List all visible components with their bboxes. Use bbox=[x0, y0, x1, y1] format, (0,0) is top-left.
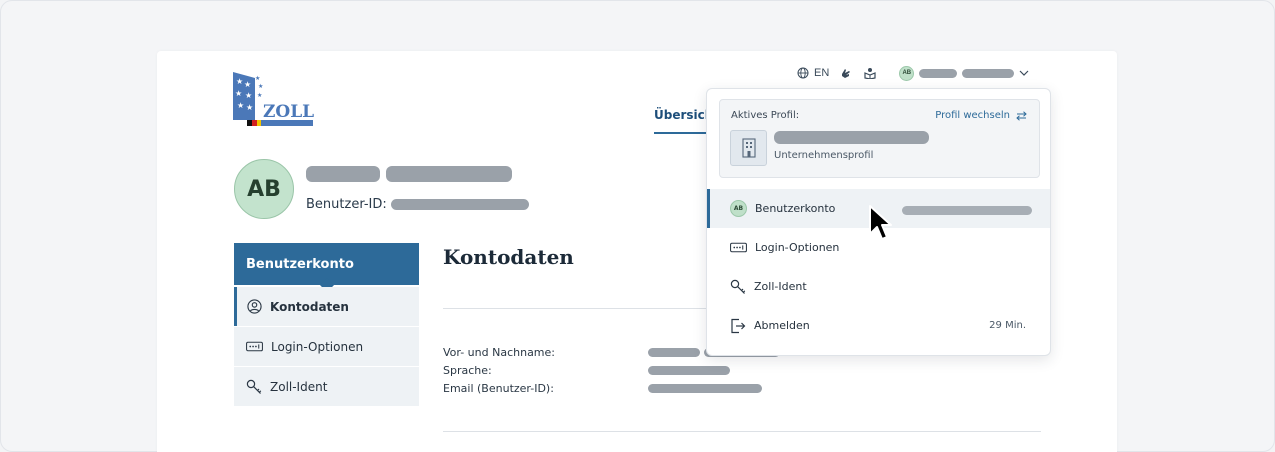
sidebar-item-label: Zoll-Ident bbox=[270, 379, 328, 394]
swap-arrows-icon bbox=[1016, 110, 1027, 121]
field-values bbox=[648, 348, 780, 402]
easy-language-icon[interactable] bbox=[863, 66, 877, 80]
svg-text:★: ★ bbox=[246, 103, 253, 112]
field-labels: Vor- und Nachname: Sprache: Email (Benut… bbox=[443, 344, 555, 398]
email-value-placeholder bbox=[648, 384, 762, 393]
switch-profile-label: Profil wechseln bbox=[935, 110, 1010, 121]
top-nav: EN AB bbox=[797, 64, 1029, 82]
mouse-cursor-icon bbox=[869, 205, 892, 240]
sign-language-icon[interactable] bbox=[839, 66, 853, 80]
globe-icon bbox=[797, 67, 809, 79]
menu-item-label: Login-Optionen bbox=[755, 241, 840, 254]
sidebar-item-zoll-ident[interactable]: Zoll-Ident bbox=[234, 367, 419, 406]
svg-text:★: ★ bbox=[235, 89, 242, 98]
zoll-logo[interactable]: ★ ★ ★ ★ ★ ★ ★★★ ZOLL bbox=[233, 72, 315, 128]
svg-text:★: ★ bbox=[258, 83, 263, 90]
tab-active-indicator bbox=[654, 132, 706, 134]
sidebar-title: Benutzerkonto bbox=[246, 257, 354, 272]
key-icon bbox=[730, 279, 746, 294]
menu-item-label: Zoll-Ident bbox=[754, 280, 807, 293]
account-email-placeholder bbox=[902, 206, 1032, 215]
avatar: AB bbox=[234, 159, 294, 219]
name-value-placeholder bbox=[648, 348, 700, 357]
menu-item-label: Benutzerkonto bbox=[755, 202, 836, 215]
field-label-email: Email (Benutzer-ID): bbox=[443, 382, 554, 395]
divider bbox=[443, 431, 1041, 432]
sidebar-item-kontodaten[interactable]: Kontodaten bbox=[234, 287, 419, 326]
chevron-down-icon bbox=[1019, 70, 1029, 76]
svg-text:★: ★ bbox=[244, 80, 251, 89]
last-name-placeholder bbox=[386, 166, 512, 182]
user-id: Benutzer-ID: bbox=[306, 197, 529, 212]
password-field-icon bbox=[246, 341, 263, 352]
avatar-icon: AB bbox=[730, 200, 747, 217]
profile-type: Unternehmensprofil bbox=[774, 150, 874, 161]
sidebar-item-login-optionen[interactable]: Login-Optionen bbox=[234, 327, 419, 366]
field-label-language: Sprache: bbox=[443, 364, 492, 377]
menu-item-zoll-ident[interactable]: Zoll-Ident bbox=[707, 267, 1050, 306]
svg-text:★: ★ bbox=[236, 77, 243, 86]
language-switch[interactable]: EN bbox=[797, 67, 829, 79]
first-name-placeholder bbox=[306, 166, 380, 182]
sidebar-item-label: Kontodaten bbox=[270, 299, 349, 314]
user-id-label: Benutzer-ID: bbox=[306, 197, 387, 212]
key-icon bbox=[246, 379, 262, 394]
session-timer: 29 Min. bbox=[989, 320, 1026, 331]
sidebar-item-label: Login-Optionen bbox=[271, 339, 364, 354]
active-profile-label: Aktives Profil: bbox=[731, 110, 800, 121]
svg-text:★: ★ bbox=[237, 101, 244, 110]
field-label-name: Vor- und Nachname: bbox=[443, 346, 555, 359]
profile-name-placeholder bbox=[774, 131, 929, 144]
user-id-placeholder bbox=[390, 199, 529, 210]
user-name-placeholder bbox=[919, 68, 958, 78]
user-menu-trigger[interactable]: AB bbox=[899, 65, 1029, 81]
password-field-icon bbox=[730, 242, 747, 253]
building-icon bbox=[730, 130, 767, 166]
sidebar-header: Benutzerkonto bbox=[234, 243, 419, 293]
user-avatar: AB bbox=[899, 65, 915, 81]
menu-item-abmelden[interactable]: Abmelden 29 Min. bbox=[707, 306, 1050, 345]
page-title: Kontodaten bbox=[443, 245, 574, 269]
language-value-placeholder bbox=[648, 366, 730, 375]
logo-text: ZOLL bbox=[263, 102, 314, 122]
svg-text:★: ★ bbox=[257, 92, 262, 99]
language-label: EN bbox=[814, 67, 830, 79]
logout-icon bbox=[731, 318, 746, 333]
active-profile-box: Aktives Profil: Profil wechseln Unterneh… bbox=[719, 99, 1040, 178]
svg-text:★: ★ bbox=[255, 75, 260, 82]
svg-text:★: ★ bbox=[245, 91, 252, 100]
user-circle-icon bbox=[247, 299, 262, 314]
switch-profile-link[interactable]: Profil wechseln bbox=[935, 110, 1027, 121]
user-name-placeholder bbox=[962, 68, 1015, 78]
menu-item-label: Abmelden bbox=[754, 319, 810, 332]
